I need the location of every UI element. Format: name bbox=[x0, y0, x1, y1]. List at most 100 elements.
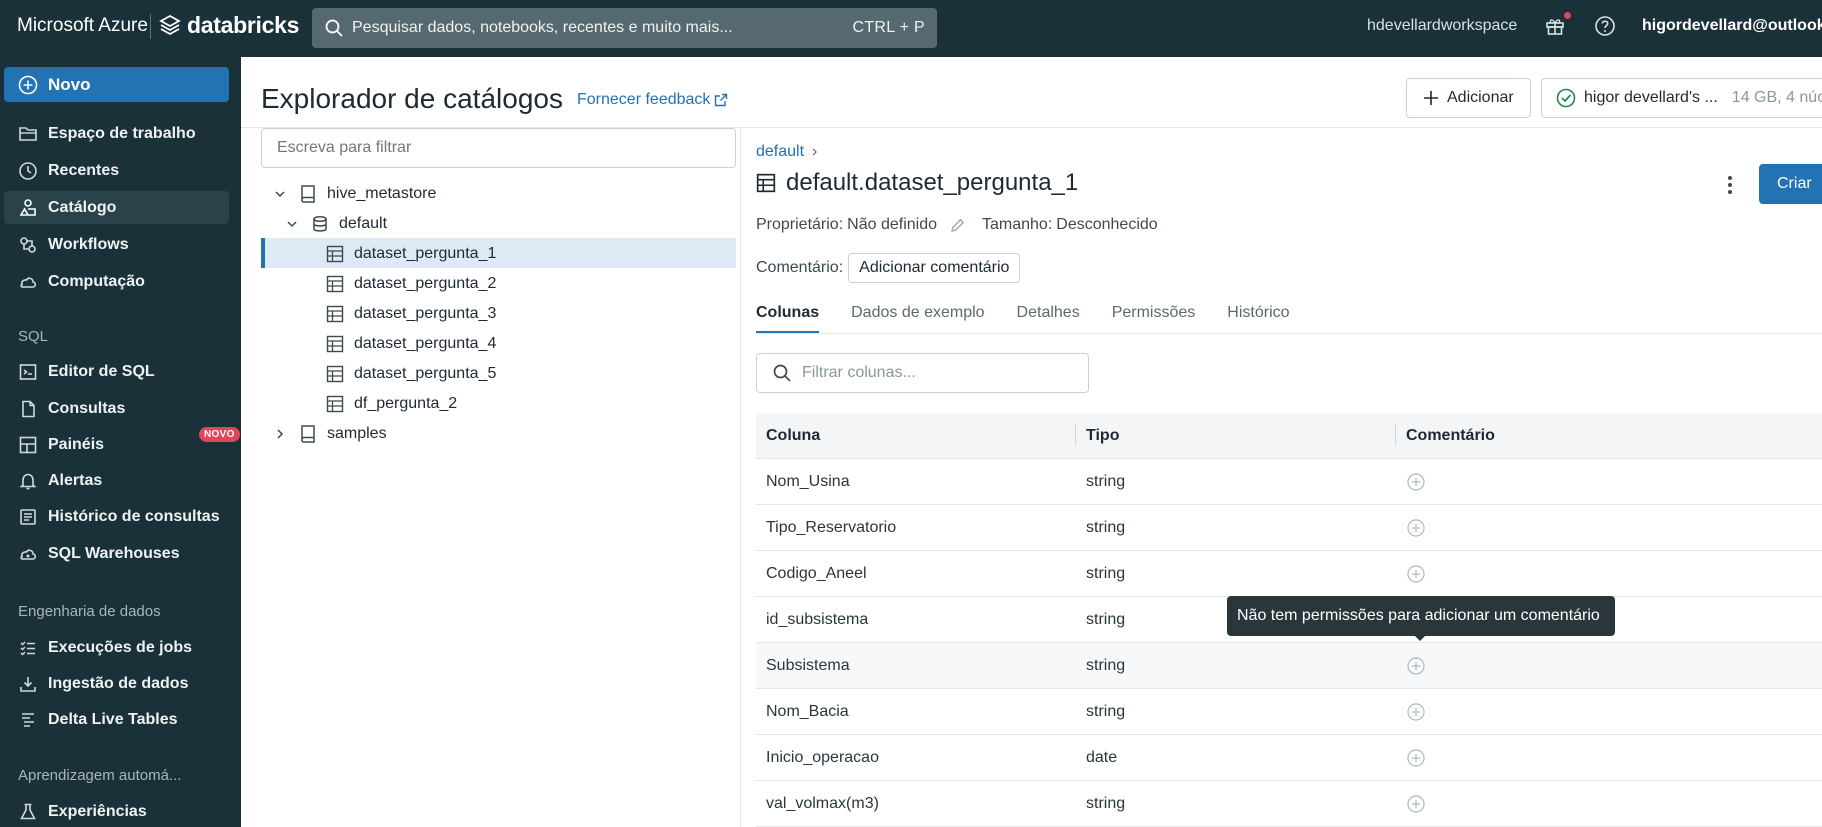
search-shortcut: CTRL + P bbox=[852, 19, 925, 36]
feedback-link[interactable]: Fornecer feedback bbox=[577, 91, 728, 109]
tab-history[interactable]: Histórico bbox=[1227, 300, 1289, 334]
table-icon bbox=[756, 173, 776, 193]
sidebar-item-workspace[interactable]: Espaço de trabalho bbox=[4, 117, 229, 150]
search-icon bbox=[325, 19, 343, 37]
sidebar-item-workflows[interactable]: Workflows bbox=[4, 228, 229, 261]
cluster-selector[interactable]: higor devellard's ... 14 GB, 4 núc bbox=[1541, 78, 1822, 118]
sidebar-item-data-ingestion[interactable]: Ingestão de dados bbox=[4, 667, 229, 700]
owner-label: Proprietário: bbox=[756, 216, 844, 233]
plus-icon bbox=[1424, 91, 1438, 105]
comment-cell bbox=[1396, 702, 1822, 722]
microsoft-azure-logo[interactable]: Microsoft Azure bbox=[17, 14, 148, 38]
table-icon bbox=[326, 275, 344, 293]
sidebar-item-alerts[interactable]: Alertas bbox=[4, 464, 229, 497]
pencil-icon[interactable] bbox=[949, 217, 966, 234]
add-comment-icon[interactable] bbox=[1406, 656, 1426, 676]
table-row: val_volmax(m3) string bbox=[756, 781, 1822, 827]
breadcrumb-separator: › bbox=[812, 143, 818, 160]
column-type: string bbox=[1086, 472, 1126, 490]
header-comment[interactable]: Comentário bbox=[1395, 422, 1822, 445]
folder-icon bbox=[19, 126, 37, 141]
column-name: id_subsistema bbox=[766, 610, 869, 628]
sidebar-item-delta-live-tables[interactable]: Delta Live Tables bbox=[4, 703, 229, 736]
clock-icon bbox=[19, 161, 37, 180]
header-type[interactable]: Tipo bbox=[1075, 422, 1396, 445]
new-badge: NOVO bbox=[199, 427, 240, 442]
column-filter-input[interactable]: Filtrar colunas... bbox=[756, 353, 1089, 393]
size-label: Tamanho: bbox=[982, 216, 1053, 233]
sidebar-item-sql-warehouses[interactable]: SQL Warehouses bbox=[4, 537, 229, 570]
global-search[interactable]: Pesquisar dados, notebooks, recentes e m… bbox=[312, 8, 937, 48]
table-icon bbox=[326, 305, 344, 323]
add-comment-button[interactable]: Adicionar comentário bbox=[848, 253, 1021, 283]
tree-node-table[interactable]: dataset_pergunta_2 bbox=[326, 269, 496, 299]
tree-node-label: default bbox=[339, 215, 388, 232]
sidebar-item-sql-editor[interactable]: Editor de SQL bbox=[4, 355, 229, 388]
sidebar-item-query-history[interactable]: Histórico de consultas bbox=[4, 500, 229, 533]
tree-node-table[interactable]: dataset_pergunta_1 bbox=[326, 239, 496, 269]
tab-details[interactable]: Detalhes bbox=[1017, 300, 1080, 334]
table-row: Subsistema string bbox=[756, 643, 1822, 689]
catalog-book-icon bbox=[301, 425, 315, 443]
chevron-down-icon[interactable] bbox=[285, 217, 299, 231]
sidebar-item-experiments[interactable]: Experiências bbox=[4, 795, 229, 827]
databricks-logo-icon bbox=[159, 14, 181, 36]
search-placeholder: Pesquisar dados, notebooks, recentes e m… bbox=[352, 19, 733, 36]
sidebar-item-compute[interactable]: Computação bbox=[4, 265, 229, 298]
tree-node-table[interactable]: dataset_pergunta_4 bbox=[326, 329, 496, 359]
help-icon[interactable] bbox=[1594, 15, 1616, 37]
header-column[interactable]: Coluna bbox=[756, 427, 1076, 445]
brand-divider bbox=[150, 14, 151, 39]
column-name: val_volmax(m3) bbox=[766, 794, 879, 812]
new-button[interactable]: Novo bbox=[4, 67, 229, 102]
databricks-logo[interactable]: databricks bbox=[159, 10, 299, 40]
gift-icon[interactable] bbox=[1544, 15, 1566, 37]
workspace-name[interactable]: hdevellardworkspace bbox=[1367, 17, 1517, 35]
tab-columns[interactable]: Colunas bbox=[756, 300, 820, 334]
column-type: string bbox=[1086, 564, 1126, 582]
user-menu[interactable]: higordevellard@outlook bbox=[1642, 17, 1822, 35]
notification-dot bbox=[1564, 12, 1571, 19]
chevron-right-icon[interactable] bbox=[273, 427, 287, 441]
tree-node-default[interactable]: default bbox=[285, 209, 387, 239]
tree-node-hive-metastore[interactable]: hive_metastore bbox=[273, 179, 436, 209]
table-row: Tipo_Reservatorio string bbox=[756, 505, 1822, 551]
table-metadata: Proprietário: Não definido Tamanho: Desc… bbox=[756, 216, 1158, 234]
add-button[interactable]: Adicionar bbox=[1406, 78, 1531, 118]
page-title: Explorador de catálogos bbox=[261, 83, 563, 114]
sidebar-item-dashboards[interactable]: Painéis bbox=[4, 428, 229, 461]
new-button-label: Novo bbox=[48, 74, 91, 94]
add-comment-icon[interactable] bbox=[1406, 518, 1426, 538]
sidebar-item-catalog[interactable]: Catálogo bbox=[4, 191, 229, 224]
sidebar-item-queries[interactable]: Consultas bbox=[4, 392, 229, 425]
more-options-icon[interactable] bbox=[1722, 172, 1738, 198]
add-comment-icon[interactable] bbox=[1406, 564, 1426, 584]
permission-tooltip: Não tem permissões para adicionar um com… bbox=[1227, 596, 1615, 636]
add-comment-icon[interactable] bbox=[1406, 702, 1426, 722]
tree-node-table[interactable]: df_pergunta_2 bbox=[326, 389, 457, 419]
create-button[interactable]: Criar bbox=[1759, 164, 1822, 204]
top-bar: Microsoft Azure databricks Pesquisar dad… bbox=[0, 0, 1822, 57]
tree-filter-input[interactable] bbox=[261, 128, 736, 168]
table-row: Nom_Usina string bbox=[756, 459, 1822, 505]
tree-node-label: dataset_pergunta_4 bbox=[354, 335, 497, 352]
comment-cell bbox=[1396, 518, 1822, 538]
sidebar-item-job-runs[interactable]: Execuções de jobs bbox=[4, 631, 229, 664]
tab-permissions[interactable]: Permissões bbox=[1112, 300, 1196, 334]
comment-cell bbox=[1396, 794, 1822, 814]
jobs-icon bbox=[20, 640, 35, 656]
breadcrumb-default[interactable]: default bbox=[756, 143, 804, 161]
tree-node-samples[interactable]: samples bbox=[273, 419, 387, 449]
add-comment-icon[interactable] bbox=[1406, 794, 1426, 814]
add-comment-icon[interactable] bbox=[1406, 748, 1426, 768]
panel-divider[interactable] bbox=[740, 127, 741, 827]
chevron-down-icon[interactable] bbox=[273, 187, 287, 201]
tab-sample-data[interactable]: Dados de exemplo bbox=[851, 300, 984, 334]
tree-node-table[interactable]: dataset_pergunta_5 bbox=[326, 359, 496, 389]
sidebar-item-recents[interactable]: Recentes bbox=[4, 154, 229, 187]
tree-node-table[interactable]: dataset_pergunta_3 bbox=[326, 299, 496, 329]
add-comment-icon[interactable] bbox=[1406, 472, 1426, 492]
sidebar-section-sql: SQL bbox=[18, 328, 49, 345]
table-row: Codigo_Aneel string bbox=[756, 551, 1822, 597]
column-divider bbox=[1395, 422, 1396, 445]
